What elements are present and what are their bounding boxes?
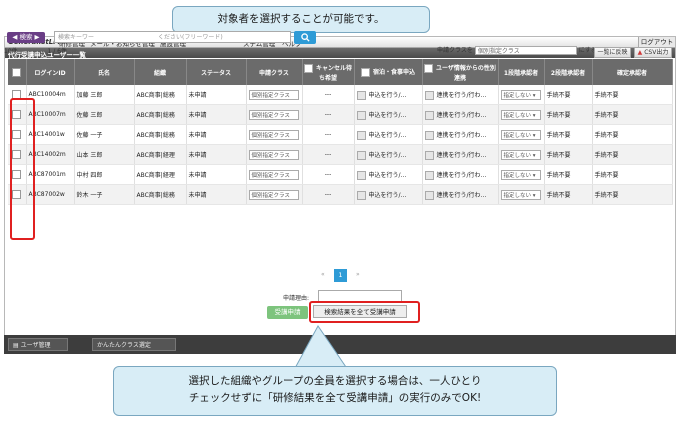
callout-bottom-pointer <box>293 325 349 371</box>
callout-bottom: 選択した組織やグループの全員を選択する場合は、一人ひとり チェックせずに「研修結… <box>113 366 557 416</box>
callout-bottom-line2: チェックせずに「研修結果を全て受講申請」の実行のみでOK! <box>188 392 482 404</box>
callout-bottom-line1: 選択した組織やグループの全員を選択する場合は、一人ひとり <box>188 375 482 387</box>
